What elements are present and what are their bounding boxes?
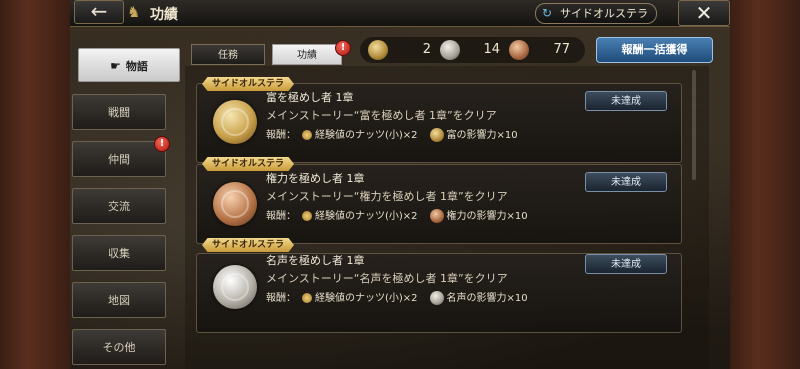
nav-item-label: 収集 bbox=[108, 247, 130, 260]
silver-medal-icon bbox=[213, 265, 257, 309]
gold-medal-icon bbox=[368, 40, 388, 60]
achievement-reward: 報酬： 経験値のナッツ(小)×2 権力の影響力×10 bbox=[266, 207, 528, 223]
status-button[interactable]: 未達成 bbox=[585, 91, 667, 111]
refresh-icon: ↻ bbox=[542, 6, 553, 20]
tab-achievements[interactable]: 功績 bbox=[272, 44, 342, 65]
claim-all-rewards-button[interactable]: 報酬一括獲得 bbox=[596, 37, 713, 63]
silver-medal-count: 14 bbox=[483, 42, 500, 57]
achievement-description: メインストーリー“富を極めし者 1章”をクリア bbox=[266, 109, 497, 122]
profile-switch-button[interactable]: ↻ サイドオルステラ bbox=[535, 3, 657, 24]
nav-item-label: その他 bbox=[102, 341, 136, 354]
reward-influence: 名声の影響力×10 bbox=[446, 293, 528, 304]
achievement-title: 名声を極めし者 1章 bbox=[266, 254, 365, 267]
alert-badge: ! bbox=[154, 136, 170, 152]
nut-icon bbox=[302, 293, 312, 303]
tab-missions[interactable]: 任務 bbox=[191, 44, 265, 65]
wealth-influence-icon bbox=[429, 128, 444, 142]
nut-icon bbox=[302, 130, 312, 140]
close-button[interactable]: ✕ bbox=[678, 0, 730, 26]
achievement-reward: 報酬： 経験値のナッツ(小)×2 名声の影響力×10 bbox=[266, 289, 528, 305]
nav-item-story[interactable]: ☛ 物語 bbox=[78, 48, 180, 82]
close-icon: ✕ bbox=[695, 1, 713, 25]
status-button[interactable]: 未達成 bbox=[585, 172, 667, 192]
achievement-reward: 報酬： 経験値のナッツ(小)×2 富の影響力×10 bbox=[266, 126, 518, 142]
bronze-medal-icon bbox=[213, 182, 257, 226]
nav-item-map[interactable]: 地図 bbox=[72, 282, 166, 318]
category-tag: サイドオルステラ bbox=[202, 238, 295, 252]
reward-influence: 富の影響力×10 bbox=[446, 130, 518, 141]
gold-medal-count: 2 bbox=[422, 42, 431, 57]
nav-item-other[interactable]: その他 bbox=[72, 329, 166, 365]
nav-item-label: 仲間 bbox=[108, 153, 130, 166]
reward-label: 報酬： bbox=[266, 293, 296, 304]
fame-influence-icon bbox=[429, 291, 444, 305]
nav-item-label: 交流 bbox=[108, 200, 130, 213]
reward-item: 経験値のナッツ(小)×2 bbox=[315, 293, 418, 304]
nav-item-companions[interactable]: 仲間 bbox=[72, 141, 166, 177]
nav-item-battle[interactable]: 戦闘 bbox=[72, 94, 166, 130]
achievement-description: メインストーリー“名声を極めし者 1章”をクリア bbox=[266, 272, 508, 285]
pointing-hand-icon: ☛ bbox=[110, 59, 121, 73]
power-influence-icon bbox=[429, 209, 444, 223]
reward-item: 経験値のナッツ(小)×2 bbox=[315, 130, 418, 141]
gold-medal-icon bbox=[213, 100, 257, 144]
category-tag: サイドオルステラ bbox=[202, 157, 295, 171]
nut-icon bbox=[302, 211, 312, 221]
reward-label: 報酬： bbox=[266, 130, 296, 141]
nav-item-collection[interactable]: 収集 bbox=[72, 235, 166, 271]
alert-badge: ! bbox=[335, 40, 351, 56]
nav-item-label: 物語 bbox=[125, 60, 148, 73]
status-button[interactable]: 未達成 bbox=[585, 254, 667, 274]
page-title: 功績 bbox=[150, 7, 178, 23]
nav-item-label: 戦闘 bbox=[108, 106, 130, 119]
achievement-title: 富を極めし者 1章 bbox=[266, 91, 354, 104]
achievement-icon: ♞ bbox=[127, 3, 141, 21]
profile-name: サイドオルステラ bbox=[560, 7, 648, 20]
nav-item-interaction[interactable]: 交流 bbox=[72, 188, 166, 224]
right-frame bbox=[730, 0, 800, 369]
bronze-medal-icon bbox=[509, 40, 529, 60]
silver-medal-icon bbox=[440, 40, 460, 60]
back-button[interactable]: ← bbox=[74, 0, 124, 24]
list-scrollbar[interactable] bbox=[692, 70, 696, 180]
reward-label: 報酬： bbox=[266, 211, 296, 222]
bronze-medal-count: 77 bbox=[553, 42, 570, 57]
reward-influence: 権力の影響力×10 bbox=[446, 211, 528, 222]
reward-item: 経験値のナッツ(小)×2 bbox=[315, 211, 418, 222]
left-frame bbox=[0, 0, 70, 369]
back-arrow-icon: ← bbox=[90, 0, 108, 23]
nav-item-label: 地図 bbox=[108, 294, 130, 307]
achievement-title: 権力を極めし者 1章 bbox=[266, 172, 365, 185]
achievement-description: メインストーリー“権力を極めし者 1章”をクリア bbox=[266, 190, 508, 203]
